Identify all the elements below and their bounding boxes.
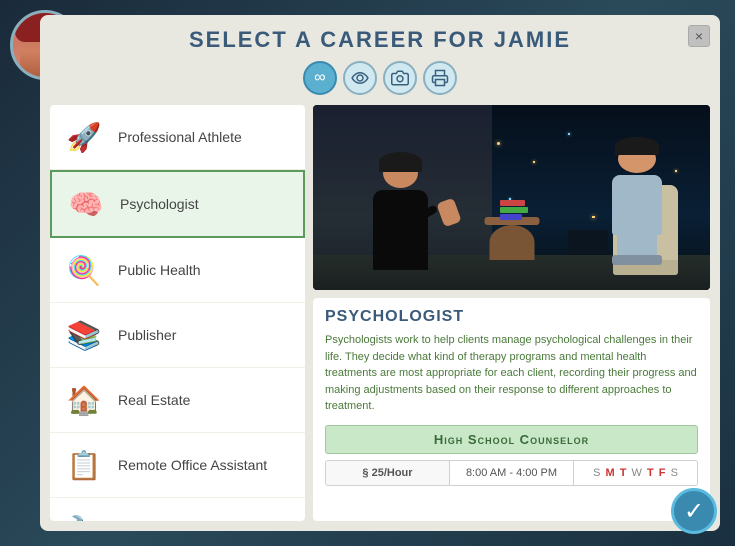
- public-health-label: Public Health: [118, 262, 201, 278]
- career-description: Psychologists work to help clients manag…: [325, 332, 698, 415]
- hours-stat: 8:00 AM - 4:00 PM: [450, 461, 574, 485]
- career-item-more[interactable]: 🔧 ...: [50, 498, 305, 521]
- psychologist-icon: 🧠: [62, 180, 110, 228]
- career-item-professional-athlete[interactable]: 🚀 Professional Athlete: [50, 105, 305, 170]
- career-list[interactable]: 🚀 Professional Athlete 🧠 Psychologist 🍭 …: [50, 105, 305, 521]
- real-estate-icon: 🏠: [60, 376, 108, 424]
- more-icon: 🔧: [60, 506, 108, 521]
- day-t2: T: [647, 467, 654, 479]
- main-panel: Select a Career for Jamie × ∞: [40, 15, 720, 531]
- content-area: 🚀 Professional Athlete 🧠 Psychologist 🍭 …: [40, 105, 720, 531]
- page-title: Select a Career for Jamie: [60, 27, 700, 53]
- close-button[interactable]: ×: [688, 25, 710, 47]
- career-item-remote-office[interactable]: 📋 Remote Office Assistant: [50, 433, 305, 498]
- day-s2: S: [671, 467, 678, 479]
- career-item-real-estate[interactable]: 🏠 Real Estate: [50, 368, 305, 433]
- remote-office-label: Remote Office Assistant: [118, 457, 267, 473]
- publisher-icon: 📚: [60, 311, 108, 359]
- career-item-publisher[interactable]: 📚 Publisher: [50, 303, 305, 368]
- toolbar-print-button[interactable]: [423, 61, 457, 95]
- selected-career-title: Psychologist: [325, 308, 698, 326]
- toolbar-camera1-button[interactable]: [343, 61, 377, 95]
- job-stats: § 25/Hour 8:00 AM - 4:00 PM S M T W T F …: [325, 460, 698, 486]
- day-f: F: [659, 467, 666, 479]
- psychologist-label: Psychologist: [120, 196, 199, 212]
- professional-athlete-icon: 🚀: [60, 113, 108, 161]
- job-level: High School Counselor: [325, 425, 698, 454]
- career-item-psychologist[interactable]: 🧠 Psychologist: [50, 170, 305, 238]
- confirm-button[interactable]: ✓: [671, 488, 717, 534]
- publisher-label: Publisher: [118, 327, 176, 343]
- detail-panel: Psychologist Psychologists work to help …: [313, 105, 710, 521]
- day-m: M: [605, 467, 614, 479]
- career-item-public-health[interactable]: 🍭 Public Health: [50, 238, 305, 303]
- detail-info: Psychologist Psychologists work to help …: [313, 298, 710, 521]
- pay-stat: § 25/Hour: [326, 461, 450, 485]
- day-s1: S: [593, 467, 600, 479]
- toolbar: ∞: [40, 61, 720, 105]
- career-image: [313, 105, 710, 290]
- header: Select a Career for Jamie ×: [40, 15, 720, 61]
- professional-athlete-label: Professional Athlete: [118, 129, 242, 145]
- remote-office-icon: 📋: [60, 441, 108, 489]
- real-estate-label: Real Estate: [118, 392, 190, 408]
- toolbar-infinity-button[interactable]: ∞: [303, 61, 337, 95]
- day-w: W: [632, 467, 642, 479]
- day-t1: T: [620, 467, 627, 479]
- toolbar-camera2-button[interactable]: [383, 61, 417, 95]
- days-stat: S M T W T F S: [574, 461, 697, 485]
- public-health-icon: 🍭: [60, 246, 108, 294]
